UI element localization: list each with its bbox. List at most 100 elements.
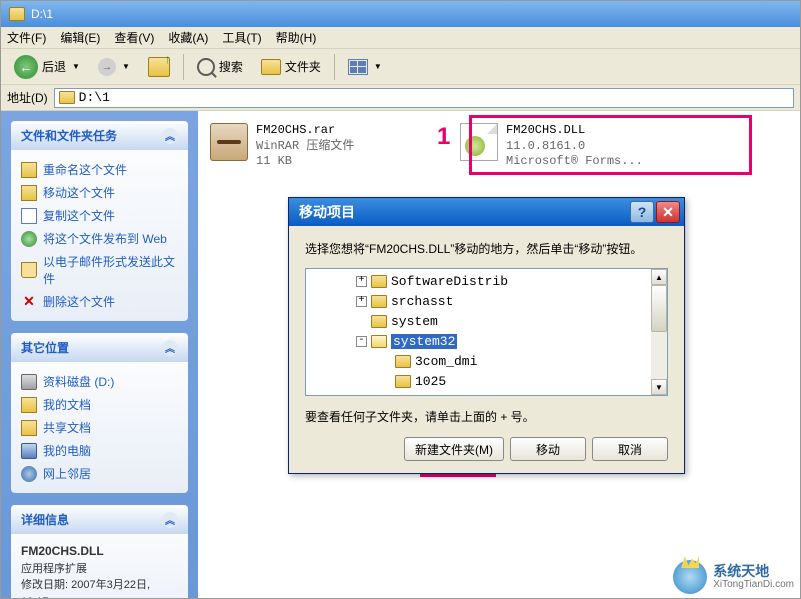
tasks-panel: 文件和文件夹任务 ︽ 重命名这个文件移动这个文件复制这个文件将这个文件发布到 W… [11,121,188,321]
tree-label: SoftwareDistrib [391,274,508,289]
window-titlebar: D:\1 [1,1,800,27]
search-label: 搜索 [219,58,243,75]
menu-tools[interactable]: 工具(T) [222,29,261,46]
mail-icon [21,262,37,278]
views-button[interactable]: ▼ [341,54,389,80]
toolbar: ← 后退 ▼ → ▼ 搜索 文件夹 ▼ [1,49,800,85]
tree-expander[interactable]: - [356,336,367,347]
folder-icon [371,275,387,288]
web-icon [21,231,37,247]
scrollbar[interactable]: ▲ ▼ [651,269,667,395]
dialog-message: 选择您想将“FM20CHS.DLL”移动的地方，然后单击“移动”按钮。 [305,240,668,258]
folders-button[interactable]: 文件夹 [254,53,328,80]
place-docs[interactable]: 我的文档 [21,393,178,416]
chevron-up-icon: ︽ [162,340,178,356]
menu-edit[interactable]: 编辑(E) [60,29,100,46]
details-panel: 详细信息 ︽ FM20CHS.DLL 应用程序扩展 修改日期: 2007年3月2… [11,505,188,598]
move-dialog: 移动项目 ? ✕ 选择您想将“FM20CHS.DLL”移动的地方，然后单击“移动… [288,197,685,474]
task-rename[interactable]: 重命名这个文件 [21,158,178,181]
dialog-hint: 要查看任何子文件夹，请单击上面的 + 号。 [305,408,668,425]
watermark-cn: 系统天地 [713,564,794,579]
task-move[interactable]: 移动这个文件 [21,181,178,204]
tree-label: srchasst [391,294,453,309]
place-network[interactable]: 网上邻居 [21,462,178,485]
task-web[interactable]: 将这个文件发布到 Web [21,227,178,250]
tree-node[interactable]: 1025 [308,371,665,391]
folders-icon [261,59,281,75]
folder-icon [371,335,387,348]
task-label: 删除这个文件 [43,293,115,310]
copy-icon [21,208,37,224]
forward-icon: → [98,58,116,76]
folder-icon [395,355,411,368]
sidebar: 文件和文件夹任务 ︽ 重命名这个文件移动这个文件复制这个文件将这个文件发布到 W… [1,111,198,598]
tree-expander[interactable]: + [356,276,367,287]
tree-node[interactable]: 3com_dmi [308,351,665,371]
tree-node[interactable]: + SoftwareDistrib [308,271,665,291]
chevron-down-icon[interactable]: ▼ [72,62,80,71]
scroll-up-button[interactable]: ▲ [651,269,667,285]
scroll-thumb[interactable] [651,285,667,332]
task-label: 复制这个文件 [43,207,115,224]
task-mail[interactable]: 以电子邮件形式发送此文件 [21,250,178,290]
scroll-down-button[interactable]: ▼ [651,379,667,395]
new-folder-button[interactable]: 新建文件夹(M) [404,437,504,461]
forward-button[interactable]: → ▼ [91,53,137,81]
folder-tree[interactable]: + SoftwareDistrib + srchasst system - system32… [305,268,668,396]
menubar: 文件(F) 编辑(E) 查看(V) 收藏(A) 工具(T) 帮助(H) [1,27,800,49]
tasks-panel-header[interactable]: 文件和文件夹任务 ︽ [11,121,188,150]
menu-file[interactable]: 文件(F) [7,29,46,46]
drive-icon [21,374,37,390]
dialog-titlebar[interactable]: 移动项目 ? ✕ [289,198,684,226]
folder-up-icon [148,57,170,77]
details-panel-header[interactable]: 详细信息 ︽ [11,505,188,534]
chevron-up-icon: ︽ [162,512,178,528]
tree-node[interactable]: system [308,311,665,331]
move-button[interactable]: 移动 [510,437,586,461]
network-icon [21,466,37,482]
folder-icon [371,295,387,308]
file-desc: Microsoft® Forms... [506,154,643,170]
help-button[interactable]: ? [630,201,654,223]
addressbar: 地址(D) D:\1 [1,85,800,111]
place-label: 共享文档 [43,419,91,436]
cancel-button[interactable]: 取消 [592,437,668,461]
close-button[interactable]: ✕ [656,201,680,223]
address-input[interactable]: D:\1 [54,88,794,108]
place-shared[interactable]: 共享文档 [21,416,178,439]
watermark-en: XiTongTianDi.com [713,579,794,590]
places-panel-header[interactable]: 其它位置 ︽ [11,333,188,362]
tree-label: 1025 [415,374,446,389]
place-computer[interactable]: 我的电脑 [21,439,178,462]
menu-help[interactable]: 帮助(H) [276,29,317,46]
gear-icon [465,136,485,156]
menu-view[interactable]: 查看(V) [114,29,154,46]
delete-icon: ✕ [21,294,37,310]
file-name: FM20CHS.DLL [506,123,643,139]
search-button[interactable]: 搜索 [190,53,250,81]
tree-node[interactable]: - system32 [308,331,665,351]
task-copy[interactable]: 复制这个文件 [21,204,178,227]
details-type: 应用程序扩展 [21,563,87,575]
details-title: 详细信息 [21,511,69,528]
file-item-rar[interactable]: FM20CHS.rar WinRAR 压缩文件 11 KB [206,119,446,174]
window-title: D:\1 [31,7,53,21]
place-drive[interactable]: 资料磁盘 (D:) [21,370,178,393]
chevron-up-icon: ︽ [162,128,178,144]
up-button[interactable] [141,52,177,82]
views-icon [348,59,368,75]
scroll-track[interactable] [651,285,667,379]
file-item-dll[interactable]: FM20CHS.DLL 11.0.8161.0 Microsoft® Forms… [456,119,696,174]
chevron-down-icon[interactable]: ▼ [122,62,130,71]
tree-node[interactable]: + srchasst [308,291,665,311]
tree-expander[interactable]: + [356,296,367,307]
task-label: 将这个文件发布到 Web [43,230,167,247]
task-delete[interactable]: ✕ 删除这个文件 [21,290,178,313]
separator [334,54,335,80]
back-button[interactable]: ← 后退 ▼ [7,50,87,84]
details-modified-label: 修改日期: [21,579,68,591]
place-label: 网上邻居 [43,465,91,482]
menu-favorites[interactable]: 收藏(A) [168,29,208,46]
tree-label: system32 [391,334,457,349]
chevron-down-icon[interactable]: ▼ [374,62,382,71]
